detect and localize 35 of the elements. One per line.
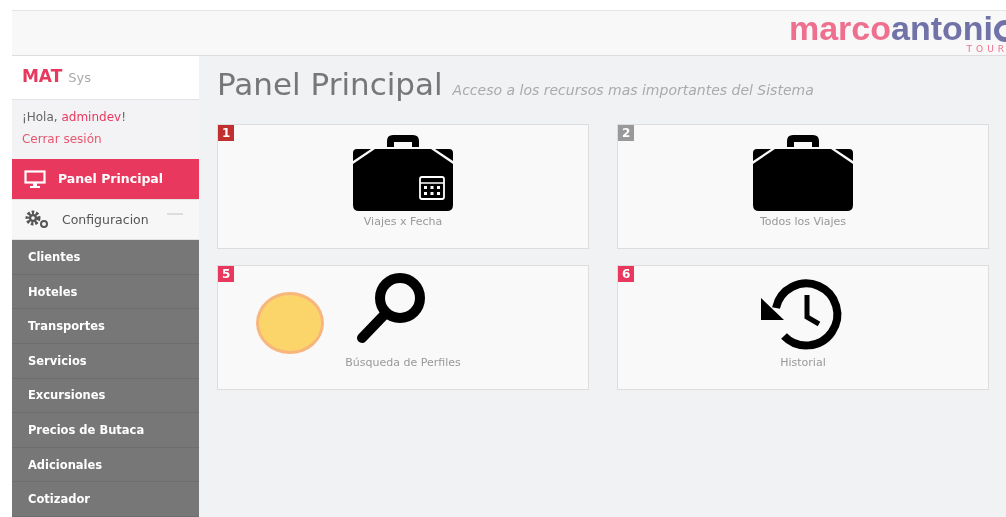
card-label: Todos los Viajes — [759, 215, 847, 228]
shortcut-card[interactable]: 2 Todos los Viajes — [617, 124, 989, 249]
shortcut-card[interactable]: 5 Búsqueda de Perfiles — [217, 265, 589, 390]
number-badge: 6 — [618, 266, 635, 282]
nav-item[interactable]: Configuracion — [11, 199, 199, 241]
submenu-item[interactable]: Servicios — [11, 343, 199, 379]
submenu-item[interactable]: Precios de Butaca — [11, 413, 199, 448]
monitor-icon — [23, 169, 46, 188]
number-badge: 5 — [218, 266, 235, 282]
brand-suffix: Sys — [68, 70, 91, 85]
logo-tagline: TOUR — [966, 44, 1006, 54]
logo-text: marco — [788, 12, 891, 44]
card-label: Búsqueda de Perfiles — [345, 356, 461, 369]
number-badge: 1 — [218, 125, 235, 141]
submenu-item[interactable]: Hoteles — [11, 274, 199, 310]
logout-link[interactable]: Cerrar sesión — [21, 131, 102, 146]
submenu-item[interactable]: Adicionales — [11, 447, 199, 483]
gears-icon — [23, 209, 50, 230]
submenu-item[interactable]: Cotizador — [11, 482, 199, 517]
number-badge: 2 — [618, 125, 635, 141]
nav-item[interactable]: Panel Principal — [11, 159, 199, 200]
card-label: Viajes x Fecha — [363, 215, 443, 228]
brand-name: MAT — [21, 66, 63, 86]
shortcut-card[interactable]: 1 Viajes x Fecha — [217, 124, 589, 249]
page-subtitle: Acceso a los recursos mas importantes del Sistema — [452, 82, 814, 98]
submenu-item[interactable]: Transportes — [11, 309, 199, 344]
greeting-text: ¡Hola, admindev! — [21, 109, 127, 124]
shortcut-card[interactable]: 6 Historial — [617, 265, 989, 390]
submenu-item[interactable]: Excursiones — [11, 378, 199, 414]
submenu-item[interactable]: Clientes — [11, 240, 199, 275]
card-label: Historial — [780, 356, 826, 369]
suitcase-icon — [751, 133, 855, 213]
logo-text: antoni — [891, 12, 993, 44]
suitcase-calendar-icon — [351, 133, 455, 213]
page-title: Panel Principal — [217, 66, 443, 102]
